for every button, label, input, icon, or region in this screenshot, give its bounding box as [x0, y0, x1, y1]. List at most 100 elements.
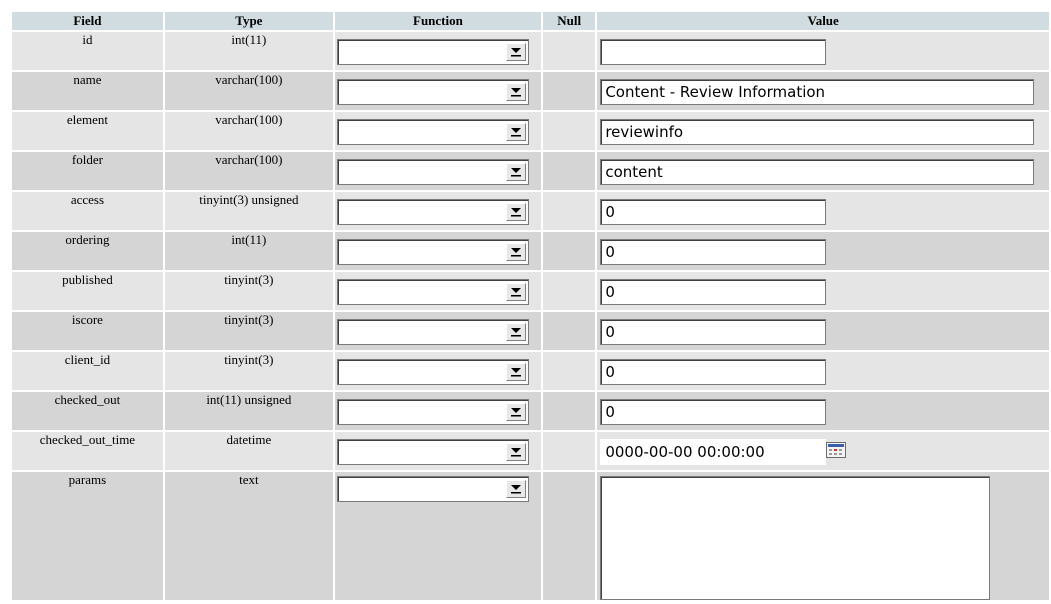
value-cell	[597, 472, 1049, 600]
field-name: id	[12, 32, 163, 70]
table-row: checked_out int(11) unsigned	[12, 392, 1049, 430]
value-input-access[interactable]	[600, 199, 827, 225]
null-cell	[543, 432, 596, 470]
function-select[interactable]	[336, 476, 529, 502]
table-row: folder varchar(100)	[12, 152, 1049, 190]
function-cell	[334, 192, 542, 230]
header-null: Null	[543, 12, 596, 30]
value-cell	[597, 272, 1049, 310]
value-cell	[597, 192, 1049, 230]
field-name: access	[12, 192, 163, 230]
field-type: varchar(100)	[164, 152, 333, 190]
null-cell	[543, 272, 596, 310]
function-select[interactable]	[336, 79, 529, 105]
value-input-published[interactable]	[600, 279, 827, 305]
value-input-checked-out-time[interactable]	[600, 439, 827, 465]
field-name: checked_out_time	[12, 432, 163, 470]
field-type: int(11)	[164, 32, 333, 70]
function-select[interactable]	[336, 199, 529, 225]
value-cell	[597, 352, 1049, 390]
field-type: tinyint(3)	[164, 272, 333, 310]
table-row: access tinyint(3) unsigned	[12, 192, 1049, 230]
value-cell	[597, 152, 1049, 190]
value-input-folder[interactable]	[600, 159, 1035, 185]
table-row: params text	[12, 472, 1049, 600]
chevron-down-icon[interactable]	[505, 363, 526, 381]
field-name: folder	[12, 152, 163, 190]
header-value: Value	[597, 12, 1049, 30]
insert-row-table: Field Type Function Null Value id int(11…	[10, 10, 1051, 602]
field-name: client_id	[12, 352, 163, 390]
value-input-element[interactable]	[600, 119, 1035, 145]
function-cell	[334, 312, 542, 350]
field-type: tinyint(3) unsigned	[164, 192, 333, 230]
function-cell	[334, 352, 542, 390]
chevron-down-icon[interactable]	[505, 123, 526, 141]
value-input-name[interactable]	[600, 79, 1035, 105]
chevron-down-icon[interactable]	[505, 203, 526, 221]
field-type: tinyint(3)	[164, 352, 333, 390]
table-row: iscore tinyint(3)	[12, 312, 1049, 350]
field-name: name	[12, 72, 163, 110]
calendar-icon[interactable]	[826, 442, 847, 458]
value-textarea-params[interactable]	[600, 476, 991, 600]
field-name: element	[12, 112, 163, 150]
value-input-client-id[interactable]	[600, 359, 827, 385]
table-row: client_id tinyint(3)	[12, 352, 1049, 390]
null-cell	[543, 72, 596, 110]
function-select[interactable]	[336, 279, 529, 305]
value-cell	[597, 432, 1049, 470]
null-cell	[543, 192, 596, 230]
field-type: int(11) unsigned	[164, 392, 333, 430]
chevron-down-icon[interactable]	[505, 283, 526, 301]
null-cell	[543, 232, 596, 270]
null-cell	[543, 472, 596, 600]
function-select[interactable]	[336, 159, 529, 185]
table-row: name varchar(100)	[12, 72, 1049, 110]
table-row: element varchar(100)	[12, 112, 1049, 150]
field-type: varchar(100)	[164, 112, 333, 150]
header-field: Field	[12, 12, 163, 30]
null-cell	[543, 32, 596, 70]
function-select[interactable]	[336, 399, 529, 425]
value-input-iscore[interactable]	[600, 319, 827, 345]
table-row: ordering int(11)	[12, 232, 1049, 270]
table-row: published tinyint(3)	[12, 272, 1049, 310]
function-select[interactable]	[336, 359, 529, 385]
function-cell	[334, 232, 542, 270]
function-cell	[334, 432, 542, 470]
function-select[interactable]	[336, 119, 529, 145]
function-select[interactable]	[336, 39, 529, 65]
header-row: Field Type Function Null Value	[12, 12, 1049, 30]
field-name: iscore	[12, 312, 163, 350]
chevron-down-icon[interactable]	[505, 480, 526, 498]
function-select[interactable]	[336, 239, 529, 265]
value-cell	[597, 32, 1049, 70]
chevron-down-icon[interactable]	[505, 43, 526, 61]
value-input-id[interactable]	[600, 39, 827, 65]
value-input-ordering[interactable]	[600, 239, 827, 265]
field-name: params	[12, 472, 163, 600]
chevron-down-icon[interactable]	[505, 163, 526, 181]
chevron-down-icon[interactable]	[505, 323, 526, 341]
chevron-down-icon[interactable]	[505, 83, 526, 101]
function-cell	[334, 392, 542, 430]
chevron-down-icon[interactable]	[505, 403, 526, 421]
field-type: datetime	[164, 432, 333, 470]
function-cell	[334, 472, 542, 600]
table-row: checked_out_time datetime	[12, 432, 1049, 470]
header-type: Type	[164, 12, 333, 30]
function-select[interactable]	[336, 319, 529, 345]
function-select[interactable]	[336, 439, 529, 465]
table-row: id int(11)	[12, 32, 1049, 70]
value-input-checked-out[interactable]	[600, 399, 827, 425]
value-cell	[597, 312, 1049, 350]
null-cell	[543, 152, 596, 190]
function-cell	[334, 272, 542, 310]
null-cell	[543, 312, 596, 350]
chevron-down-icon[interactable]	[505, 443, 526, 461]
value-cell	[597, 392, 1049, 430]
field-name: checked_out	[12, 392, 163, 430]
value-cell	[597, 232, 1049, 270]
chevron-down-icon[interactable]	[505, 243, 526, 261]
